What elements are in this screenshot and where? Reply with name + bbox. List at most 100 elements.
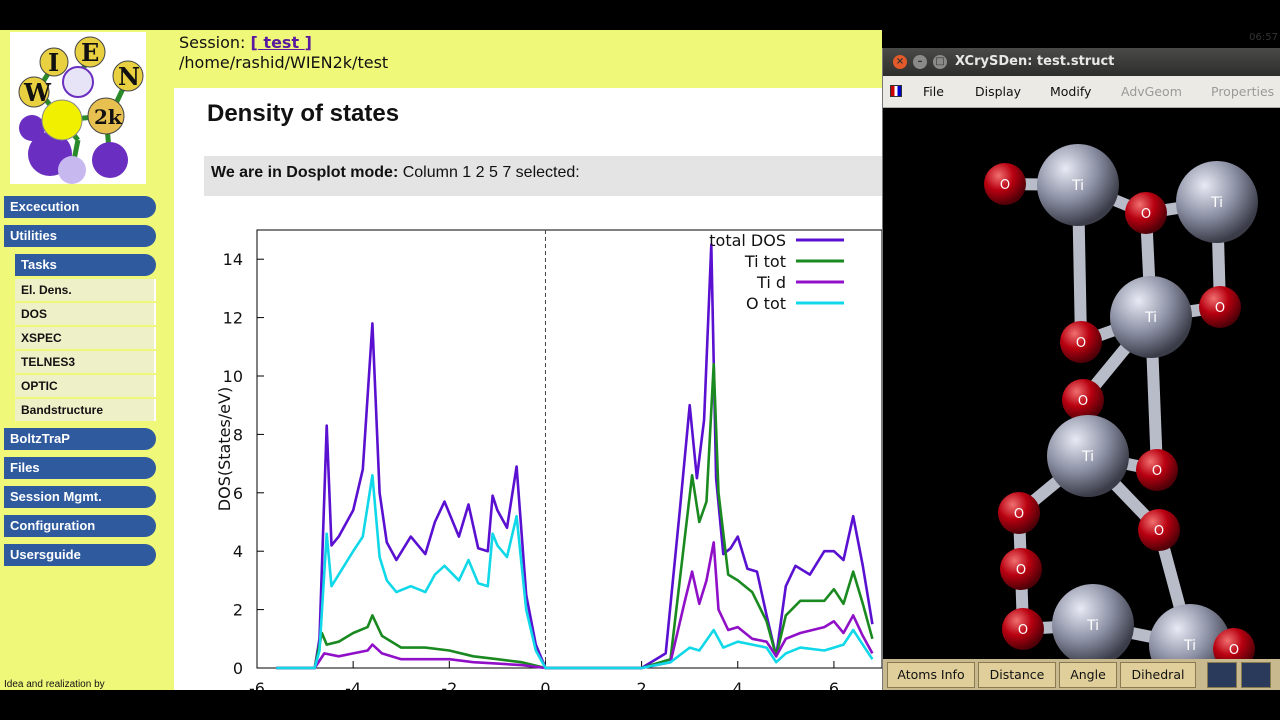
maximize-icon[interactable]: □ xyxy=(933,55,947,69)
nav-bandstructure[interactable]: Bandstructure xyxy=(15,399,156,421)
xcrysden-window: × – □ XCrySDen: test.struct File Display… xyxy=(882,48,1280,690)
crystal-structure[interactable]: O Ti O Ti O Ti O O O O Ti O O Ti O Ti O xyxy=(883,109,1280,686)
distance-button[interactable]: Distance xyxy=(978,662,1056,688)
y-tick-label: 0 xyxy=(233,659,243,678)
wien2k-logo[interactable]: W I E N 2k xyxy=(10,32,146,184)
nav-utilities[interactable]: Utilities xyxy=(4,225,156,247)
close-icon[interactable]: × xyxy=(893,55,907,69)
legend-label: Ti d xyxy=(756,273,786,292)
x-tick-label: -4 xyxy=(345,679,361,690)
menu-modify[interactable]: Modify xyxy=(1050,84,1091,99)
app-icon xyxy=(890,85,902,97)
nav-xspec[interactable]: XSPEC xyxy=(15,327,156,349)
nav-optic[interactable]: OPTIC xyxy=(15,375,156,397)
y-tick-label: 2 xyxy=(233,601,243,620)
angle-button[interactable]: Angle xyxy=(1059,662,1117,688)
logo-letter-2k: 2k xyxy=(94,105,123,129)
mode-text: Column 1 2 5 7 selected: xyxy=(398,164,580,181)
nav-tasks[interactable]: Tasks xyxy=(15,254,156,276)
dihedral-button[interactable]: Dihedral xyxy=(1120,662,1196,688)
plot-frame xyxy=(256,229,882,669)
legend-label: Ti tot xyxy=(744,252,786,271)
mode-info: We are in Dosplot mode: Column 1 2 5 7 s… xyxy=(204,156,882,196)
x-tick-label: -6 xyxy=(249,679,265,690)
ti-atom[interactable]: Ti xyxy=(1037,144,1119,226)
minimize-icon[interactable]: – xyxy=(913,55,927,69)
menu-advgeom: AdvGeom xyxy=(1121,84,1182,99)
nav-el-dens[interactable]: El. Dens. xyxy=(15,279,156,301)
x-tick-label: -2 xyxy=(441,679,457,690)
browser-page: W I E N 2k Session: [ test ] /home/rashi… xyxy=(0,30,882,690)
o-atom[interactable]: O xyxy=(998,492,1040,534)
x-tick-label: 2 xyxy=(637,679,647,690)
nav-session-mgmt[interactable]: Session Mgmt. xyxy=(4,486,156,508)
atom-label: O xyxy=(1018,623,1028,638)
lattice-icon[interactable] xyxy=(1207,662,1237,688)
credit-text: Idea and realization by xyxy=(4,679,105,690)
nav-usersguide[interactable]: Usersguide xyxy=(4,544,156,566)
atom-label: O xyxy=(1014,507,1024,522)
menu-display[interactable]: Display xyxy=(975,84,1021,99)
legend-label: O tot xyxy=(746,294,786,313)
logo-letter-w: W xyxy=(23,78,52,107)
atom-label: O xyxy=(1154,524,1164,539)
atom-label: Ti xyxy=(1086,618,1099,634)
logo-letter-i: I xyxy=(48,48,59,77)
series-line-3 xyxy=(276,473,874,670)
atom-label: Ti xyxy=(1071,178,1084,194)
atom-label: O xyxy=(1152,464,1162,479)
top-panel xyxy=(0,0,1280,30)
atom-label: O xyxy=(1229,643,1239,658)
y-tick-label: 8 xyxy=(233,425,243,444)
o-atom[interactable]: O xyxy=(1136,449,1178,491)
o-atom[interactable]: O xyxy=(1125,192,1167,234)
session-label: Session: xyxy=(179,33,246,52)
y-tick-label: 4 xyxy=(233,542,243,561)
o-atom[interactable]: O xyxy=(1199,286,1241,328)
session-link[interactable]: [ test ] xyxy=(251,33,312,52)
nav-excecution[interactable]: Excecution xyxy=(4,196,156,218)
x-tick-label: 0 xyxy=(540,679,550,690)
x-tick-label: 4 xyxy=(733,679,743,690)
sidebar-nav: Excecution Utilities Tasks El. Dens. DOS… xyxy=(4,196,156,573)
atom-label: Ti xyxy=(1210,195,1223,211)
ti-atom[interactable]: Ti xyxy=(1047,415,1129,497)
atom-label: O xyxy=(1076,336,1086,351)
y-axis-label: DOS(States/eV) xyxy=(215,387,234,511)
session-info: Session: [ test ] /home/rashid/WIEN2k/te… xyxy=(179,33,388,73)
logo-letter-n: N xyxy=(118,62,140,91)
bottom-panel xyxy=(0,690,1280,720)
o-atom[interactable]: O xyxy=(1062,379,1104,421)
atom-label: Ti xyxy=(1144,310,1157,326)
cell-icon[interactable] xyxy=(1241,662,1271,688)
nav-dos[interactable]: DOS xyxy=(15,303,156,325)
clock: 06:57 xyxy=(1249,32,1278,43)
atom-label: O xyxy=(1016,563,1026,578)
legend-label: total DOS xyxy=(709,231,786,250)
atom-label: Ti xyxy=(1081,449,1094,465)
atoms-info-button[interactable]: Atoms Info xyxy=(887,662,975,688)
page-title: Density of states xyxy=(207,100,400,127)
xcrysden-toolbar: Atoms Info Distance Angle Dihedral xyxy=(883,659,1280,690)
utilities-submenu: Tasks El. Dens. DOS XSPEC TELNES3 OPTIC … xyxy=(15,254,156,421)
ti-atom[interactable]: Ti xyxy=(1110,276,1192,358)
nav-boltztrap[interactable]: BoltzTraP xyxy=(4,428,156,450)
xcrysden-menubar: File Display Modify AdvGeom Properties xyxy=(883,76,1280,108)
menu-properties: Properties xyxy=(1211,84,1275,99)
o-atom[interactable]: O xyxy=(984,163,1026,205)
nav-files[interactable]: Files xyxy=(4,457,156,479)
atom-label: O xyxy=(1215,301,1225,316)
o-atom[interactable]: O xyxy=(1060,321,1102,363)
atom-label: Ti xyxy=(1183,638,1196,654)
structure-viewport[interactable]: O Ti O Ti O Ti O O O O Ti O O Ti O Ti O xyxy=(883,109,1280,686)
o-atom[interactable]: O xyxy=(1000,548,1042,590)
nav-configuration[interactable]: Configuration xyxy=(4,515,156,537)
ti-atom[interactable]: Ti xyxy=(1176,161,1258,243)
y-tick-label: 6 xyxy=(233,484,243,503)
menu-file[interactable]: File xyxy=(923,84,944,99)
o-atom[interactable]: O xyxy=(1002,608,1044,650)
o-atom[interactable]: O xyxy=(1138,509,1180,551)
nav-telnes3[interactable]: TELNES3 xyxy=(15,351,156,373)
ti-atom[interactable]: Ti xyxy=(1052,584,1134,666)
y-tick-label: 14 xyxy=(223,250,243,269)
